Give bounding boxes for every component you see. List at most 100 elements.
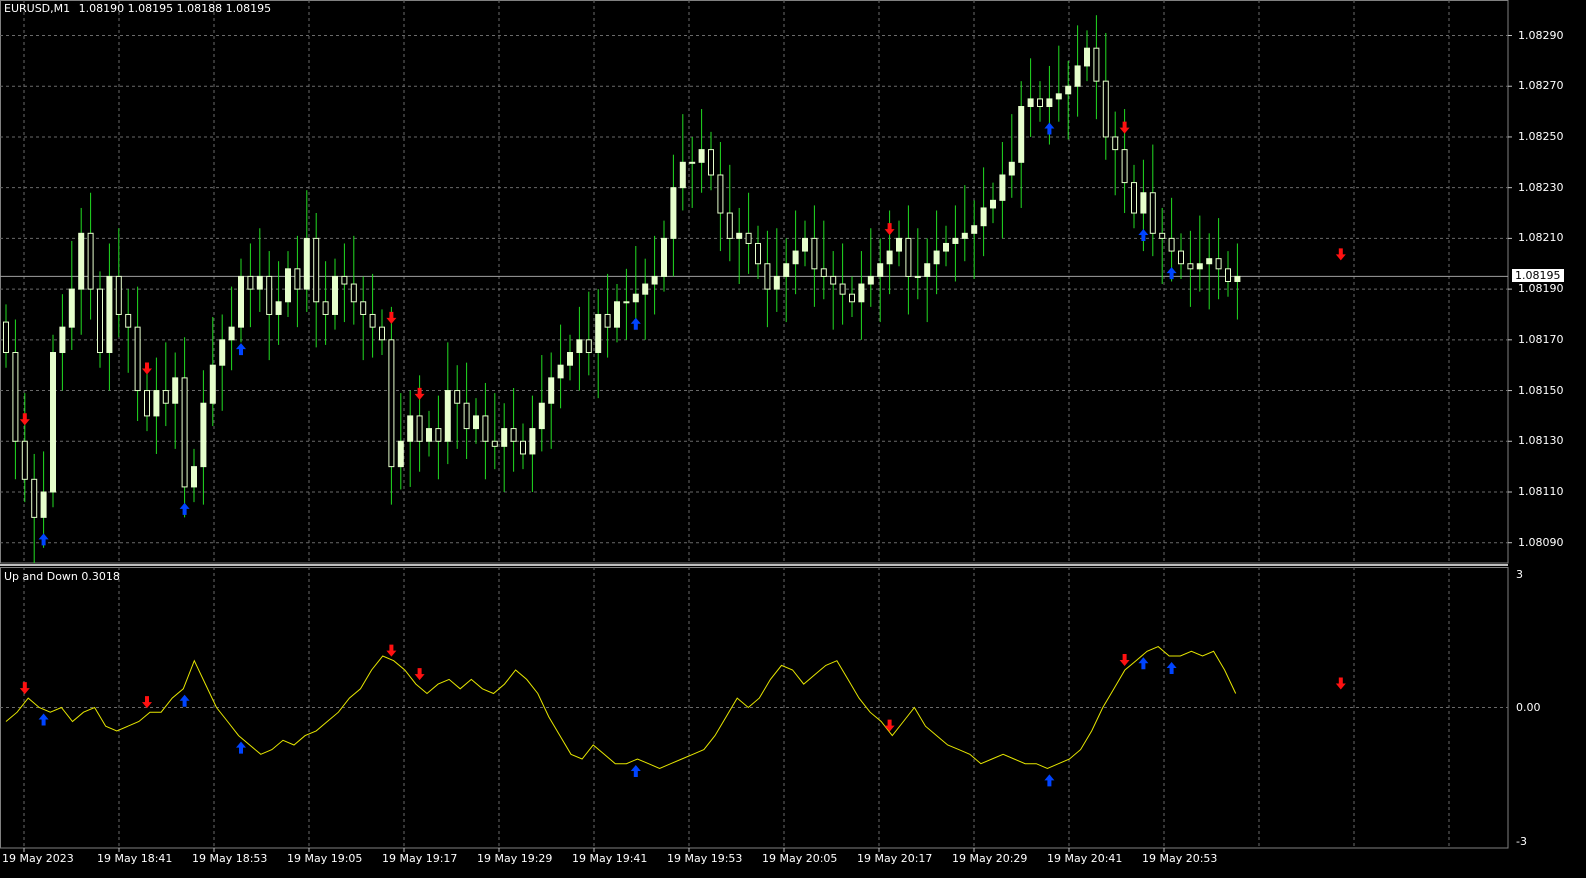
up-arrow-signal [630, 765, 641, 778]
candle-body [745, 232, 752, 244]
up-arrow-signal-shape [38, 533, 49, 546]
time-tick-label: 19 May 19:17 [382, 852, 458, 865]
candle-body [200, 402, 207, 468]
candle-body [1046, 98, 1053, 108]
candle-body [275, 301, 282, 315]
down-arrow-signal-shape [19, 413, 30, 426]
up-arrow-signal [179, 694, 190, 707]
price-tick-label: 1.08090 [1518, 535, 1564, 549]
candle-body [360, 301, 367, 315]
main-panel-frame [0, 0, 1509, 564]
candle-body [990, 199, 996, 209]
candle-body [1027, 98, 1034, 108]
up-arrow-signal [236, 741, 246, 754]
symbol-label: EURUSD,M1 [4, 2, 71, 15]
up-arrow-signal [179, 502, 190, 515]
candle-body [764, 263, 771, 290]
candle-body [50, 352, 56, 493]
candle-body [849, 293, 855, 303]
candle-body [303, 237, 310, 290]
candle-body [294, 268, 301, 290]
price-tick-label: 1.08290 [1518, 28, 1564, 42]
candle-body [783, 263, 790, 277]
up-arrow-signal-shape [1044, 122, 1055, 135]
time-tick-label: 19 May 20:29 [952, 852, 1028, 865]
candle-body [59, 326, 66, 354]
candle-body [332, 275, 338, 315]
up-arrow-signal-shape [1138, 657, 1149, 670]
down-arrow-signal-shape [386, 644, 397, 657]
candle-body [623, 301, 630, 304]
down-arrow-signal [142, 696, 152, 709]
candle-body [924, 263, 931, 277]
candle-body [1140, 192, 1147, 214]
candle-body [1168, 237, 1175, 252]
candle-body [886, 250, 893, 265]
candle-body [708, 149, 714, 176]
candle-body [914, 275, 921, 278]
price-tick-label: 1.08110 [1518, 484, 1564, 498]
candle-body [1215, 258, 1222, 270]
down-arrow-signal [142, 362, 152, 375]
candle-body [604, 313, 611, 328]
candle-body [999, 174, 1006, 201]
candle-body [520, 440, 526, 455]
up-arrow-signal [1044, 774, 1055, 787]
candle-body [1065, 85, 1072, 95]
candle-body [877, 263, 884, 277]
candle-body [473, 415, 479, 430]
candle-body [426, 428, 432, 442]
candle-body [1084, 47, 1090, 67]
down-arrow-signal-shape [414, 387, 425, 400]
candle-body [369, 313, 376, 328]
candle-body [567, 352, 573, 366]
candle-body [905, 237, 912, 277]
candle-body [1131, 182, 1137, 214]
down-arrow-signal-shape [142, 696, 152, 709]
candle-body [1234, 275, 1241, 282]
price-tick-label: 1.08190 [1518, 282, 1564, 296]
candle-body [651, 275, 658, 285]
up-arrow-signal [1044, 122, 1055, 135]
current-price-box: 1.08195 [1512, 269, 1564, 283]
candle-body [501, 428, 508, 447]
down-arrow-signal-shape [884, 223, 895, 236]
candle-body [1159, 232, 1166, 239]
candle-body [538, 402, 545, 430]
down-arrow-signal [414, 387, 425, 400]
time-tick-label: 19 May 19:29 [477, 852, 553, 865]
candle-body [595, 313, 602, 354]
candle-body [435, 428, 442, 442]
price-chart[interactable] [0, 0, 1586, 878]
candle-body [191, 466, 197, 488]
down-arrow-signal-shape [884, 719, 895, 732]
up-arrow-signal [1138, 229, 1149, 242]
up-arrow-signal [630, 317, 641, 330]
time-tick-label: 19 May 20:05 [762, 852, 838, 865]
indicator-tick-label: 3 [1516, 568, 1523, 581]
up-arrow-signal [1166, 661, 1177, 674]
candle-body [463, 402, 470, 430]
candle-body [1187, 263, 1194, 270]
candle-body [585, 339, 592, 354]
time-tick-label: 19 May 18:53 [192, 852, 268, 865]
candle-body [144, 390, 150, 417]
up-arrow-signal-shape [236, 741, 246, 754]
time-tick-label: 19 May 18:41 [97, 852, 173, 865]
down-arrow-signal-shape [19, 682, 30, 695]
up-arrow-signal-shape [38, 713, 49, 726]
down-arrow-signal-shape [1119, 654, 1130, 667]
candle-body [1196, 263, 1203, 270]
up-arrow-signal-shape [1044, 774, 1055, 787]
down-arrow-signal-shape [414, 668, 425, 681]
candle-body [106, 275, 113, 354]
candle-body [557, 364, 564, 379]
candle-body [548, 377, 555, 404]
time-tick-label: 19 May 20:41 [1047, 852, 1123, 865]
down-arrow-signal-shape [386, 311, 397, 324]
candle-body [839, 283, 846, 295]
time-tick-label: 19 May 19:05 [287, 852, 363, 865]
candle-body [867, 275, 874, 285]
up-arrow-signal-shape [1138, 229, 1149, 242]
candle-body [388, 339, 395, 468]
